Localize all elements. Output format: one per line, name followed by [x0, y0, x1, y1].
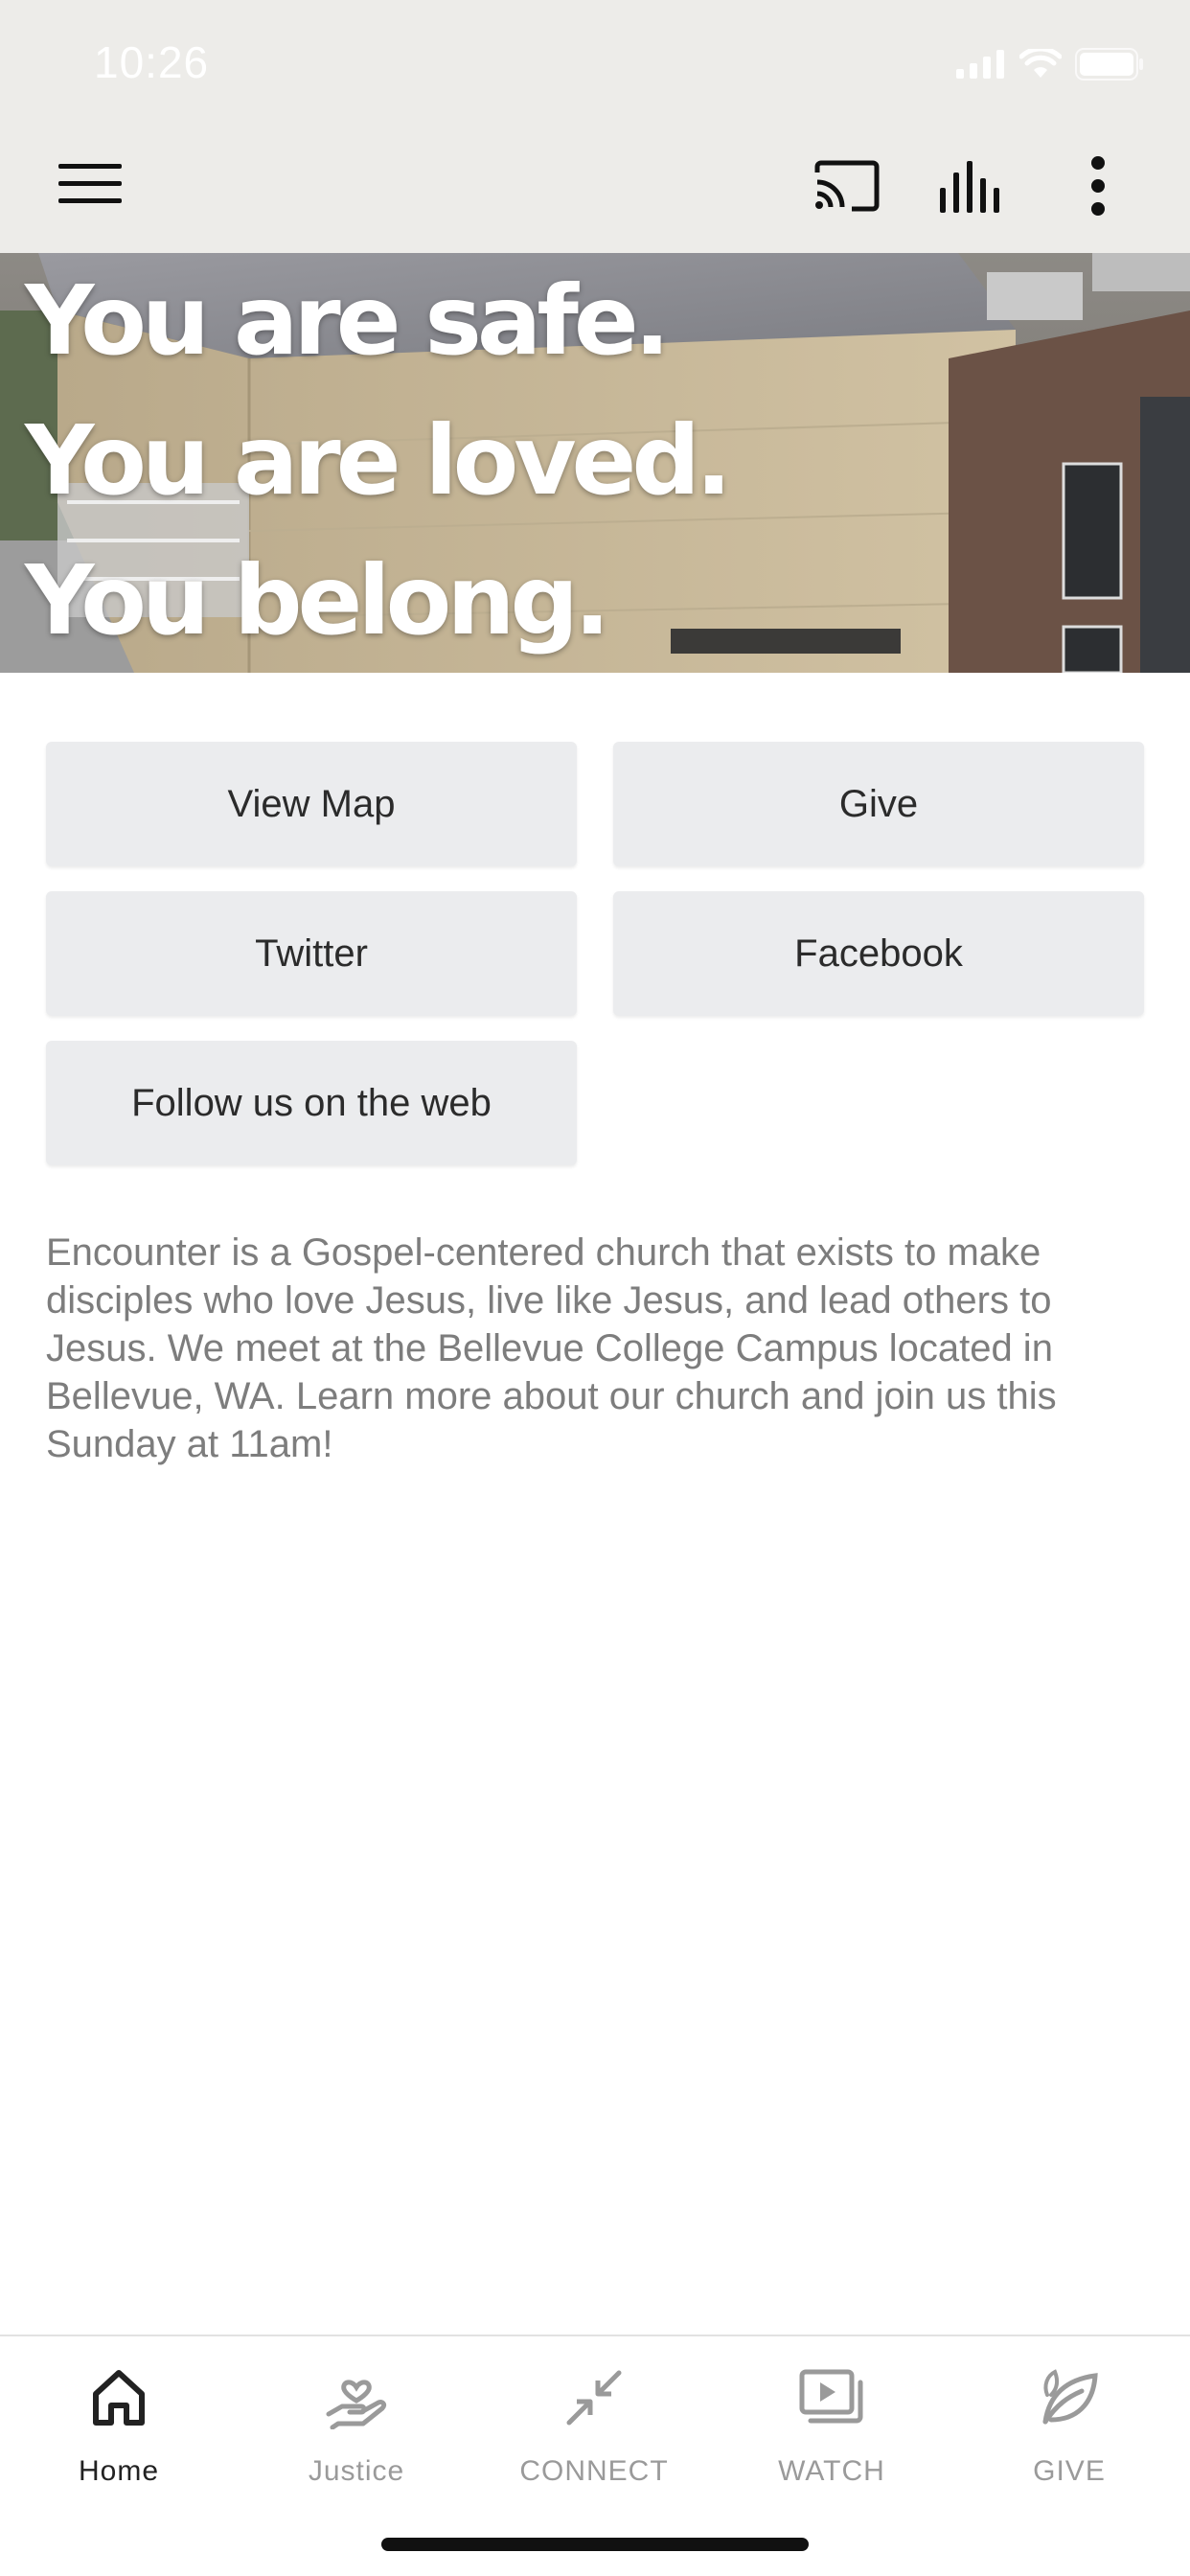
audio-bars-icon	[938, 159, 1005, 218]
cast-button[interactable]	[809, 153, 885, 222]
view-map-button[interactable]: View Map	[46, 742, 577, 866]
tab-give-label: GIVE	[1033, 2455, 1106, 2487]
tab-justice-label: Justice	[308, 2455, 405, 2487]
home-icon	[0, 2359, 238, 2436]
church-description: Encounter is a Gospel-centered church th…	[46, 1231, 1057, 1465]
battery-icon	[1075, 48, 1144, 85]
follow-web-button[interactable]: Follow us on the web	[46, 1041, 577, 1165]
tab-watch[interactable]: WATCH	[713, 2336, 950, 2499]
home-indicator	[381, 2538, 809, 2551]
hero-line-1: You are safe.	[25, 264, 671, 377]
hamburger-menu-icon	[58, 162, 122, 211]
facebook-button[interactable]: Facebook	[613, 891, 1144, 1016]
cast-icon	[813, 159, 881, 218]
app-bar	[0, 153, 1190, 230]
signal-icon	[956, 50, 1006, 83]
twitter-button[interactable]: Twitter	[46, 891, 577, 1016]
video-play-icon	[713, 2359, 950, 2436]
top-bar: 10:26	[0, 0, 1190, 253]
wifi-icon	[1018, 46, 1063, 84]
tab-justice[interactable]: Justice	[238, 2336, 475, 2499]
hero-line-2: You are loved.	[25, 404, 732, 517]
audio-button[interactable]	[933, 153, 1010, 222]
tab-watch-label: WATCH	[778, 2455, 885, 2487]
more-vertical-icon	[1090, 155, 1106, 221]
give-button[interactable]: Give	[613, 742, 1144, 866]
arrows-inward-icon	[475, 2359, 713, 2436]
tab-home-label: Home	[78, 2455, 160, 2487]
status-icons	[956, 46, 1144, 85]
tab-connect[interactable]: CONNECT	[475, 2336, 713, 2499]
app-screen: 10:26 You are safe. You are loved. You b…	[0, 0, 1190, 2576]
more-options-button[interactable]	[1064, 153, 1133, 222]
tab-give[interactable]: GIVE	[950, 2336, 1188, 2499]
hero-banner: You are safe. You are loved. You belong.	[0, 253, 1190, 673]
hand-heart-icon	[238, 2359, 475, 2436]
tab-home[interactable]: Home	[0, 2336, 238, 2499]
hero-line-3: You belong.	[25, 544, 610, 656]
status-time: 10:26	[94, 37, 210, 87]
leaf-icon	[950, 2359, 1188, 2436]
tab-connect-label: CONNECT	[519, 2455, 669, 2487]
hamburger-menu-button[interactable]	[56, 151, 125, 220]
